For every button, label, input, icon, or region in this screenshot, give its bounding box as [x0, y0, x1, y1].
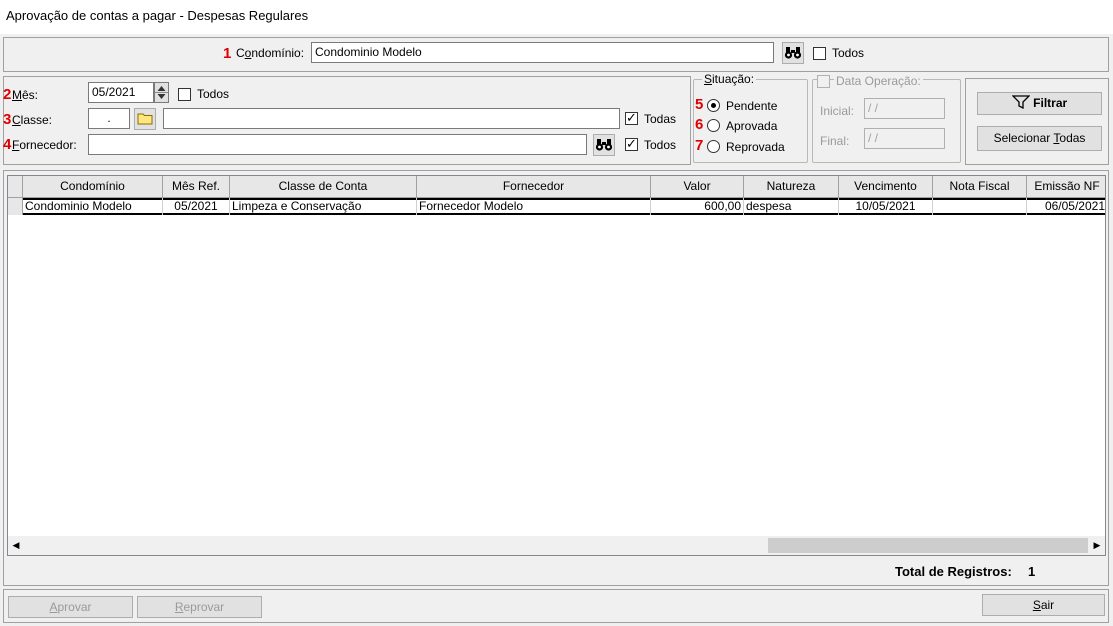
data-operacao-checkbox[interactable]: [817, 75, 830, 88]
classe-code-input[interactable]: .: [88, 108, 130, 129]
cell-natureza[interactable]: despesa: [744, 198, 839, 215]
col-header-nota-fiscal[interactable]: Nota Fiscal: [933, 176, 1027, 198]
condominio-todos-checkbox[interactable]: [813, 47, 826, 60]
marker-2: 2: [3, 86, 12, 103]
folder-icon: [137, 113, 153, 125]
total-registros-value: 1: [1028, 564, 1036, 579]
marker-7: 7: [695, 137, 704, 154]
scroll-right-icon[interactable]: ▶: [1091, 540, 1103, 551]
grid-corner: [8, 176, 23, 198]
total-registros-label: Total de Registros:: [895, 564, 1012, 579]
final-input[interactable]: / /: [864, 128, 945, 149]
condominio-label: Condomínio:: [236, 46, 305, 60]
row-indicator[interactable]: [8, 198, 23, 215]
filtrar-button[interactable]: Filtrar: [977, 92, 1102, 115]
binoculars-icon: [595, 139, 613, 151]
inicial-label: Inicial:: [820, 104, 855, 118]
window-title: Aprovação de contas a pagar - Despesas R…: [0, 0, 1113, 34]
fornecedor-todos-checkbox[interactable]: ✓: [625, 136, 638, 151]
condominio-todos-label: Todos: [832, 46, 865, 60]
col-header-emissao-nf[interactable]: Emissão NF: [1027, 176, 1105, 198]
condominio-search-button[interactable]: [782, 42, 804, 64]
classe-todas-checkbox[interactable]: ✓: [625, 110, 638, 125]
marker-6: 6: [695, 116, 704, 133]
mes-label: Mês:: [12, 88, 39, 102]
cell-mes-ref[interactable]: 05/2021: [163, 198, 230, 215]
data-operacao-legend: Data Operação:: [834, 74, 923, 88]
binoculars-icon: [784, 47, 802, 59]
aprovar-button[interactable]: Aprovar: [8, 596, 133, 618]
classe-name-input[interactable]: [163, 108, 620, 129]
cell-fornecedor[interactable]: Fornecedor Modelo: [417, 198, 651, 215]
mes-todos-label: Todos: [197, 87, 230, 101]
cell-valor[interactable]: 600,00: [651, 198, 744, 215]
data-operacao-group: [812, 79, 961, 163]
radio-pendente[interactable]: [707, 99, 720, 112]
radio-pendente-label: Pendente: [726, 99, 778, 113]
condominio-input[interactable]: Condominio Modelo: [311, 42, 774, 63]
marker-4: 4: [3, 136, 12, 153]
col-header-vencimento[interactable]: Vencimento: [839, 176, 933, 198]
col-header-mes-ref[interactable]: Mês Ref.: [163, 176, 230, 198]
reprovar-button[interactable]: Reprovar: [137, 596, 262, 618]
fornecedor-input[interactable]: [88, 134, 587, 155]
cell-emissao-nf[interactable]: 06/05/2021: [1027, 198, 1105, 215]
check-icon: ✓: [626, 136, 637, 151]
classe-browse-button[interactable]: [134, 108, 156, 130]
fornecedor-label: Fornecedor:: [12, 138, 77, 152]
classe-label: Classe:: [12, 113, 53, 127]
marker-1: 1: [223, 45, 232, 62]
scroll-left-icon[interactable]: ◀: [10, 540, 22, 551]
col-header-fornecedor[interactable]: Fornecedor: [417, 176, 651, 198]
data-grid[interactable]: Condomínio Mês Ref. Classe de Conta Forn…: [7, 175, 1106, 556]
inicial-input[interactable]: / /: [864, 98, 945, 119]
funnel-icon: [1011, 95, 1031, 110]
cell-classe[interactable]: Limpeza e Conservação: [230, 198, 417, 215]
scroll-thumb[interactable]: [768, 538, 1088, 553]
radio-reprovada[interactable]: [707, 140, 720, 153]
cell-condominio[interactable]: Condominio Modelo: [23, 198, 163, 215]
situacao-legend: Situação:: [702, 72, 757, 86]
radio-aprovada-label: Aprovada: [726, 119, 778, 133]
mes-todos-checkbox[interactable]: [178, 88, 191, 101]
col-header-condominio[interactable]: Condomínio: [23, 176, 163, 198]
radio-aprovada[interactable]: [707, 119, 720, 132]
col-header-valor[interactable]: Valor: [651, 176, 744, 198]
sair-button[interactable]: Sair: [982, 594, 1105, 616]
check-icon: ✓: [626, 110, 637, 125]
fornecedor-search-button[interactable]: [593, 134, 615, 156]
fornecedor-todos-label: Todos: [644, 138, 677, 152]
final-label: Final:: [820, 134, 850, 148]
window-title-text: Aprovação de contas a pagar - Despesas R…: [6, 8, 309, 23]
selecionar-todas-button[interactable]: Selecionar Todas: [977, 126, 1102, 151]
mes-spin[interactable]: [154, 82, 169, 103]
filtrar-label: Filtrar: [1033, 96, 1068, 110]
horizontal-scrollbar[interactable]: ◀ ▶: [8, 536, 1105, 555]
cell-nota-fiscal[interactable]: [933, 198, 1027, 215]
cell-vencimento[interactable]: 10/05/2021: [839, 198, 933, 215]
marker-5: 5: [695, 96, 704, 113]
mes-input[interactable]: 05/2021: [88, 82, 154, 103]
spin-updown-icon: [155, 86, 168, 99]
marker-3: 3: [3, 111, 12, 128]
col-header-classe[interactable]: Classe de Conta: [230, 176, 417, 198]
classe-todas-label: Todas: [644, 112, 677, 126]
col-header-natureza[interactable]: Natureza: [744, 176, 839, 198]
radio-reprovada-label: Reprovada: [726, 140, 785, 154]
